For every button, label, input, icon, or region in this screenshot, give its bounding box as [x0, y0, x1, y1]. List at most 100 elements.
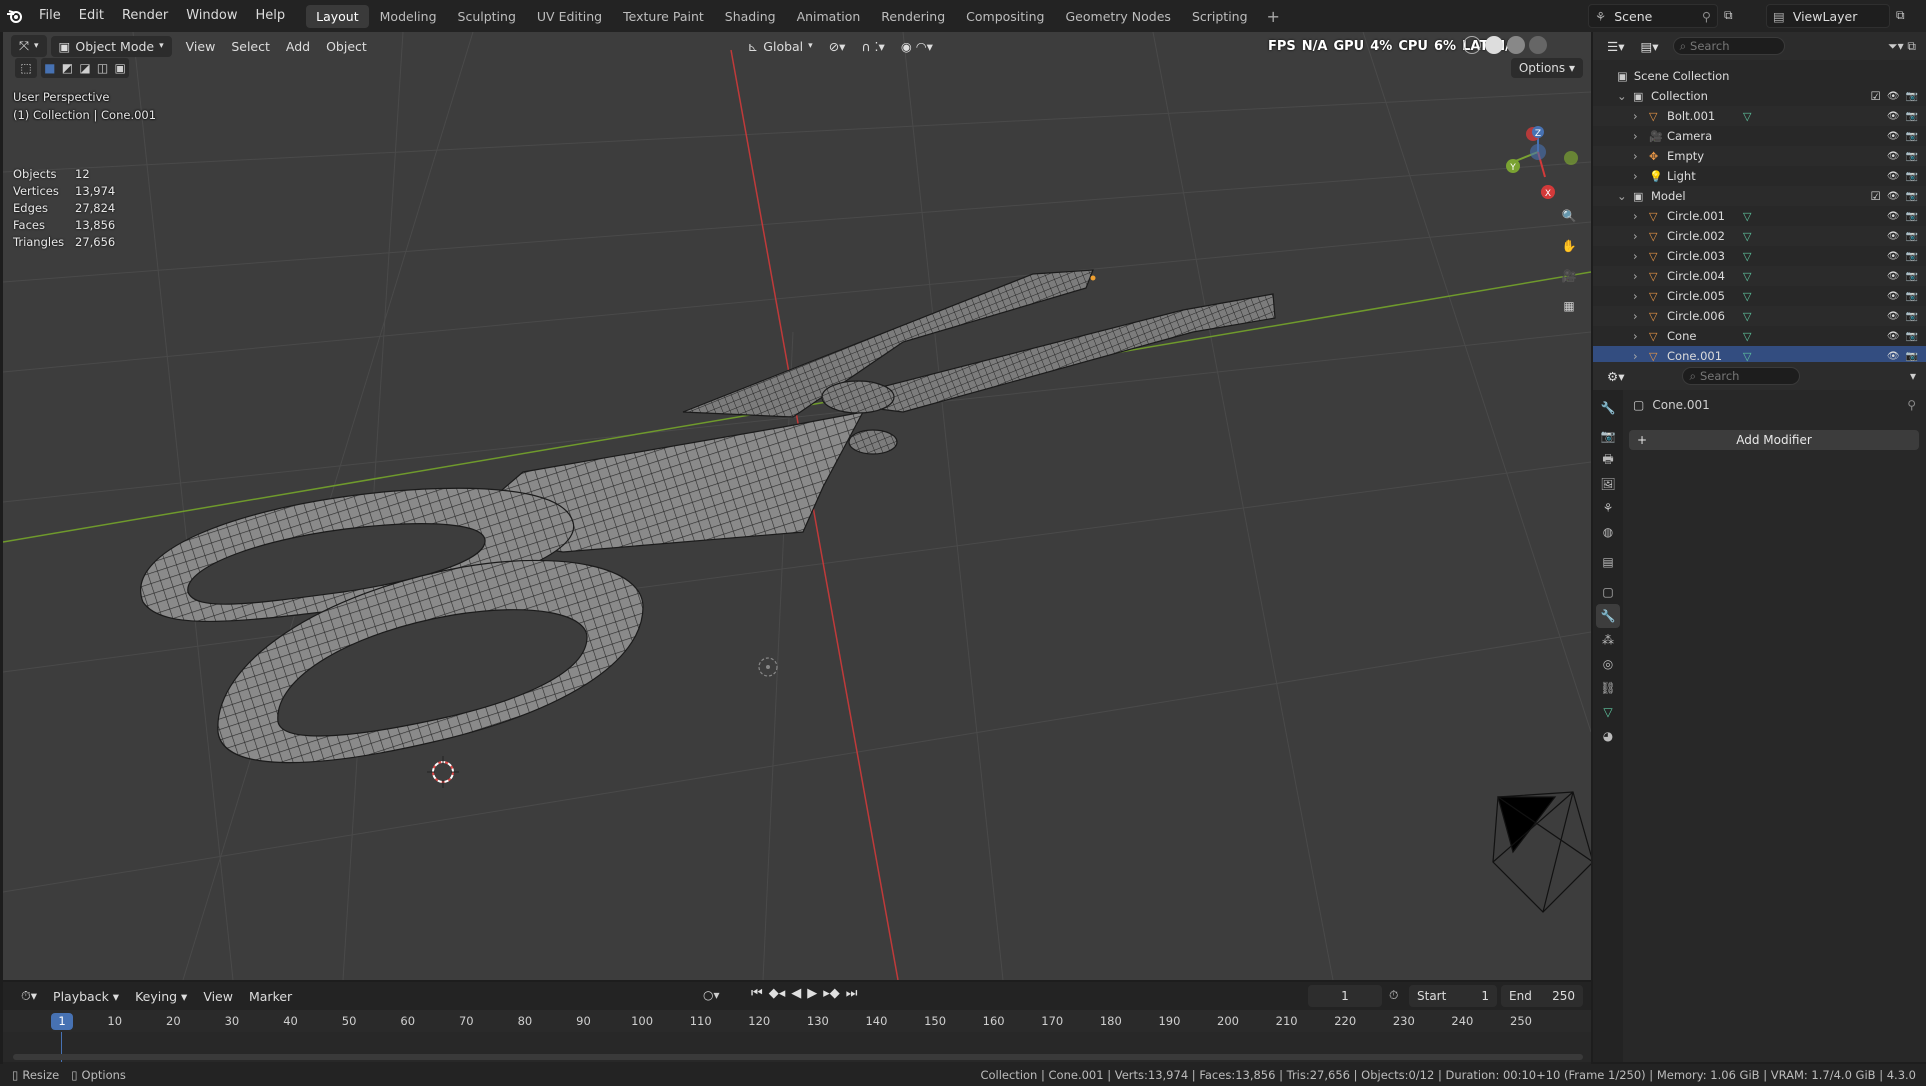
- render-camera-icon[interactable]: 📷: [1906, 211, 1918, 222]
- visibility-eye-icon[interactable]: 👁: [1887, 211, 1900, 222]
- mesh-data-icon[interactable]: ▽: [1743, 350, 1751, 363]
- mesh-data-icon[interactable]: ▽: [1743, 330, 1751, 343]
- visibility-eye-icon[interactable]: 👁: [1887, 251, 1900, 262]
- chevron-right-icon[interactable]: ›: [1633, 249, 1638, 263]
- render-camera-icon[interactable]: 📷: [1906, 231, 1918, 242]
- menu-marker[interactable]: Marker: [241, 986, 300, 1007]
- timeline-scrollbar[interactable]: [13, 1054, 1583, 1060]
- chevron-down-icon[interactable]: ⌄: [1617, 89, 1627, 103]
- outliner-row[interactable]: › 🎥 Camera 👁 📷: [1593, 126, 1926, 146]
- blender-logo-icon[interactable]: [0, 0, 30, 32]
- timeline-track[interactable]: [3, 1032, 1591, 1062]
- outliner-row[interactable]: › 💡 Light 👁 📷: [1593, 166, 1926, 186]
- modifier-tab-icon[interactable]: 🔧: [1596, 604, 1620, 628]
- view-layer-selector[interactable]: ▤ ViewLayer: [1766, 4, 1890, 28]
- outliner-row[interactable]: › ✥ Empty 👁 📷: [1593, 146, 1926, 166]
- visibility-eye-icon[interactable]: 👁: [1887, 311, 1900, 322]
- clock-icon[interactable]: ⏱▾: [13, 985, 45, 1007]
- empty-object[interactable]: [758, 657, 778, 677]
- object-tab-icon[interactable]: ▢: [1596, 580, 1620, 604]
- editor-type-icon[interactable]: ⚙▾: [1599, 366, 1632, 387]
- scene-selector[interactable]: ⚘ Scene ⚲: [1588, 4, 1718, 28]
- grid-ortho-icon[interactable]: ▦: [1555, 292, 1583, 320]
- outliner-row-scene-collection[interactable]: ▣ Scene Collection: [1593, 66, 1926, 86]
- chevron-right-icon[interactable]: ›: [1633, 229, 1638, 243]
- visibility-eye-icon[interactable]: 👁: [1887, 131, 1900, 142]
- add-modifier-button[interactable]: + Add Modifier: [1629, 430, 1919, 450]
- data-tab-icon[interactable]: ▽: [1596, 700, 1620, 724]
- navigation-gizmo[interactable]: Z Y X: [1493, 92, 1583, 202]
- mesh-data-icon[interactable]: ▽: [1743, 250, 1751, 263]
- viewport-options-button[interactable]: Options ▾: [1510, 58, 1583, 78]
- rendered-shading-icon[interactable]: [1529, 36, 1547, 54]
- next-keyframe-icon[interactable]: ▸◆: [823, 986, 840, 1001]
- chevron-right-icon[interactable]: ›: [1633, 289, 1638, 303]
- render-camera-icon[interactable]: 📷: [1906, 271, 1918, 282]
- add-workspace-button[interactable]: +: [1259, 7, 1288, 26]
- menu-window[interactable]: Window: [177, 0, 246, 32]
- outliner-search-input[interactable]: ⌕ Search: [1672, 37, 1785, 55]
- physics-tab-icon[interactable]: ◎: [1596, 652, 1620, 676]
- outliner-row[interactable]: › ▽ Circle.002 ▽ 👁 📷: [1593, 226, 1926, 246]
- visibility-eye-icon[interactable]: 👁: [1887, 351, 1900, 362]
- menu-playback[interactable]: Playback ▾: [45, 986, 127, 1007]
- tab-texture-paint[interactable]: Texture Paint: [613, 5, 714, 28]
- material-tab-icon[interactable]: ◕: [1596, 724, 1620, 748]
- outliner-row[interactable]: › ▽ Cone ▽ 👁 📷: [1593, 326, 1926, 346]
- play-icon[interactable]: ▶: [807, 986, 817, 1001]
- outliner-row[interactable]: ⌄ ▣ Collection ☑ 👁 📷: [1593, 86, 1926, 106]
- editor-type-dropdown[interactable]: ⤧ ▾: [11, 35, 47, 57]
- tab-geometry-nodes[interactable]: Geometry Nodes: [1056, 5, 1181, 28]
- new-scene-icon[interactable]: ⧉: [1724, 8, 1733, 23]
- menu-add[interactable]: Add: [278, 36, 318, 57]
- visibility-eye-icon[interactable]: 👁: [1887, 111, 1900, 122]
- menu-keying[interactable]: Keying ▾: [127, 986, 195, 1007]
- visibility-eye-icon[interactable]: 👁: [1887, 271, 1900, 282]
- chevron-right-icon[interactable]: ›: [1633, 309, 1638, 323]
- outliner-row[interactable]: ⌄ ▣ Model ☑ 👁 📷: [1593, 186, 1926, 206]
- select-box-mode-icon[interactable]: ■ ◩ ◪ ◫ ▣: [41, 58, 129, 78]
- menu-object[interactable]: Object: [318, 36, 375, 57]
- material-shading-icon[interactable]: [1507, 36, 1525, 54]
- menu-help[interactable]: Help: [247, 0, 295, 32]
- chevron-right-icon[interactable]: ›: [1633, 329, 1638, 343]
- stopwatch-icon[interactable]: ⏱: [1389, 988, 1398, 1003]
- viewport-canvas[interactable]: [3, 32, 1591, 980]
- mode-dropdown[interactable]: ▣ Object Mode ▾: [50, 35, 172, 57]
- chevron-right-icon[interactable]: ›: [1633, 209, 1638, 223]
- visibility-eye-icon[interactable]: 👁: [1887, 91, 1900, 102]
- menu-render[interactable]: Render: [113, 0, 177, 32]
- tab-shading[interactable]: Shading: [715, 5, 786, 28]
- render-camera-icon[interactable]: 📷: [1906, 91, 1918, 102]
- visibility-eye-icon[interactable]: 👁: [1887, 331, 1900, 342]
- render-camera-icon[interactable]: 📷: [1906, 351, 1918, 362]
- scissors-mesh[interactable]: [140, 269, 1276, 764]
- solid-shading-icon[interactable]: [1485, 36, 1503, 54]
- render-camera-icon[interactable]: 📷: [1906, 251, 1918, 262]
- pin-icon[interactable]: ⚲: [1907, 398, 1916, 412]
- render-camera-icon[interactable]: 📷: [1906, 151, 1918, 162]
- mesh-data-icon[interactable]: ▽: [1743, 110, 1751, 123]
- render-camera-icon[interactable]: 📷: [1906, 111, 1918, 122]
- editor-type-icon[interactable]: ☰▾: [1599, 36, 1632, 57]
- chevron-right-icon[interactable]: ›: [1633, 169, 1638, 183]
- render-camera-icon[interactable]: 📷: [1906, 191, 1918, 202]
- visibility-eye-icon[interactable]: 👁: [1887, 151, 1900, 162]
- tab-layout[interactable]: Layout: [306, 4, 369, 28]
- render-camera-icon[interactable]: 📷: [1906, 131, 1918, 142]
- world-tab-icon[interactable]: ◍: [1596, 520, 1620, 544]
- frame-ruler[interactable]: 1 10 20 30 40 50 60 70 80 90 100 110 120 130 140 150 16…: [3, 1010, 1591, 1032]
- 3d-viewport[interactable]: ⤧ ▾ ▣ Object Mode ▾ View Select Add Objec…: [3, 32, 1591, 980]
- outliner-row[interactable]: › ▽ Bolt.001 ▽ 👁 📷: [1593, 106, 1926, 126]
- tab-sculpting[interactable]: Sculpting: [448, 5, 526, 28]
- render-camera-icon[interactable]: 📷: [1906, 171, 1918, 182]
- playhead-frame[interactable]: 1: [51, 1013, 73, 1030]
- tab-scripting[interactable]: Scripting: [1182, 5, 1258, 28]
- wireframe-shading-icon[interactable]: [1463, 36, 1481, 54]
- tab-animation[interactable]: Animation: [787, 5, 871, 28]
- mesh-data-icon[interactable]: ▽: [1743, 290, 1751, 303]
- camera-view-icon[interactable]: 🎥: [1555, 262, 1583, 290]
- menu-timeline-view[interactable]: View: [195, 986, 241, 1007]
- collection-tab-icon[interactable]: ▤: [1596, 550, 1620, 574]
- chevron-right-icon[interactable]: ›: [1633, 349, 1638, 363]
